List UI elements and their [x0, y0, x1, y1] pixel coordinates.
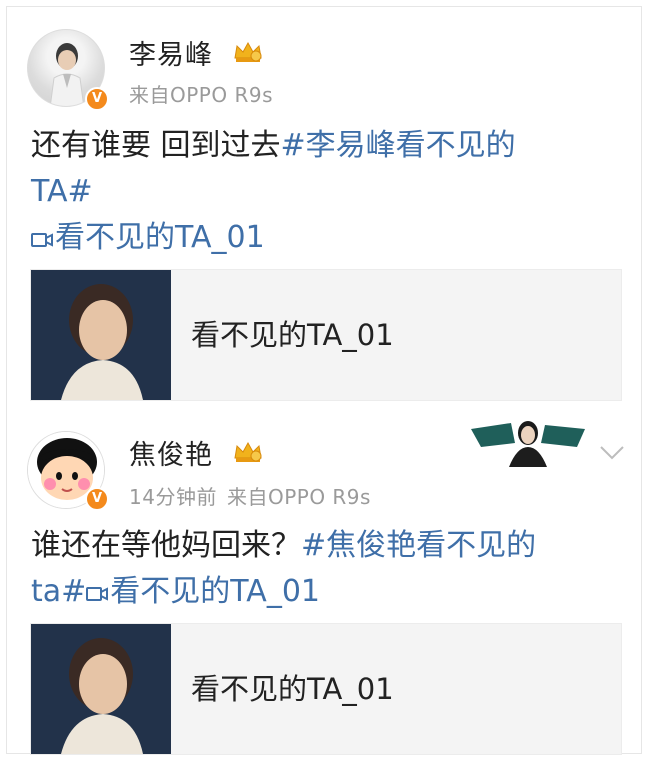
weibo-feed: V 李易峰 来自OPPO R9s 还有谁要 回到过去#李易峰看不见的 TA# 看…	[6, 6, 642, 755]
video-link-label: 看不见的TA_01	[55, 220, 265, 255]
post-text: 还有谁要 回到过去	[31, 128, 281, 163]
thumbnail-image	[31, 624, 171, 754]
video-card[interactable]: 看不见的TA_01	[30, 269, 622, 401]
video-icon	[31, 233, 53, 247]
video-icon	[86, 587, 109, 601]
post-meta: 来自OPPO R9s	[129, 79, 283, 108]
video-thumbnail	[31, 624, 171, 754]
post-text: 谁还在等他妈回来？	[31, 528, 301, 563]
source-text: 来自OPPO R9s	[226, 485, 371, 509]
chevron-down-icon[interactable]	[599, 445, 625, 461]
thumbnail-image	[31, 270, 171, 400]
source-text: 来自OPPO R9s	[129, 83, 274, 107]
verified-badge: V	[85, 487, 109, 511]
author-name[interactable]: 焦俊艳	[129, 433, 213, 472]
hashtag-link[interactable]: #焦俊艳看不见的	[301, 528, 536, 563]
crown-icon	[234, 441, 262, 462]
hashtag-link[interactable]: #李易峰看不见的	[281, 128, 516, 163]
video-link[interactable]: 看不见的TA_01	[86, 574, 320, 609]
time-text: 14分钟前	[129, 485, 217, 509]
author-name[interactable]: 李易峰	[129, 33, 213, 72]
card-title: 看不见的TA_01	[191, 672, 394, 706]
video-card[interactable]: 看不见的TA_01	[30, 623, 622, 755]
hashtag-link-cont[interactable]: ta#	[31, 574, 86, 609]
post-body: 谁还在等他妈回来？#焦俊艳看不见的 ta# 看不见的TA_01	[31, 523, 621, 615]
decorative-image	[471, 421, 585, 467]
video-link[interactable]: 看不见的TA_01	[31, 220, 265, 255]
post-meta: 14分钟前 来自OPPO R9s	[129, 481, 381, 510]
hashtag-link-cont[interactable]: TA#	[31, 174, 93, 209]
video-link-label: 看不见的TA_01	[110, 574, 320, 609]
card-title: 看不见的TA_01	[191, 318, 394, 352]
video-thumbnail	[31, 270, 171, 400]
crown-icon	[234, 41, 262, 62]
verified-badge: V	[85, 87, 109, 111]
post-body: 还有谁要 回到过去#李易峰看不见的 TA# 看不见的TA_01	[31, 123, 621, 261]
